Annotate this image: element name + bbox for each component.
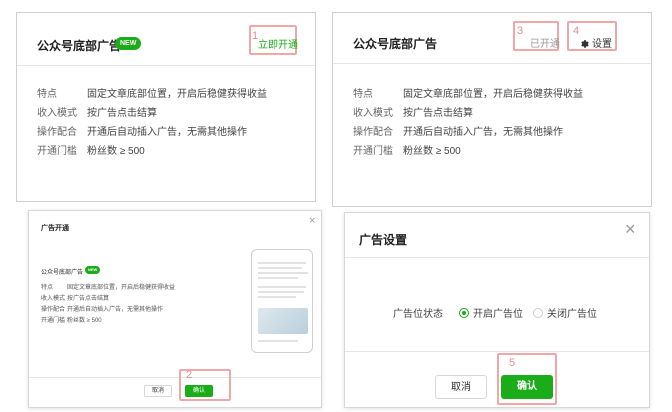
settings-button[interactable]: 设置 xyxy=(579,35,612,50)
settings-label: 设置 xyxy=(592,39,612,50)
close-icon[interactable]: × xyxy=(625,219,636,240)
confirm-button[interactable]: 确认 xyxy=(185,385,213,397)
phone-preview xyxy=(251,249,313,353)
card-title: 公众号底部广告 xyxy=(353,37,438,51)
cancel-button[interactable]: 取消 xyxy=(144,385,172,397)
radio-selected-icon xyxy=(459,307,469,318)
open-now-link[interactable]: 立即开通 xyxy=(258,36,298,51)
divider xyxy=(333,63,651,64)
ad-open-modal: 广告开通 × 公众号底部广告 NEW 特点 固定文章底部位置，开启后稳健获得收益 … xyxy=(28,210,322,408)
modal-title: 广告开通 xyxy=(41,225,69,232)
ad-image xyxy=(258,308,308,334)
close-icon[interactable]: × xyxy=(309,215,315,227)
opened-status: 已开通 xyxy=(530,39,560,50)
card-left: 公众号底部广告 NEW 1 立即开通 特点 固定文章底部位置，开启后稳健获得收益 … xyxy=(16,12,316,202)
modal-title: 广告设置 xyxy=(359,233,408,247)
info-row: 操作配合 开通后自动插入广告，无需其他操作 xyxy=(41,307,164,313)
info-row: 收入模式 按广告点击结算 xyxy=(41,296,110,302)
info-row: 开通门槛 粉丝数 ≥ 500 xyxy=(353,146,461,157)
info-row: 收入模式 按广告点击结算 xyxy=(37,108,157,119)
radio-close-ad[interactable]: 关闭广告位 xyxy=(533,305,597,320)
info-row: 收入模式 按广告点击结算 xyxy=(353,108,473,119)
info-row: 特点 固定文章底部位置，开启后稳健获得收益 xyxy=(41,285,176,291)
card-right: 公众号底部广告 3 已开通 4 设置 特点 固定文章底部位置，开启后稳健获得收益 … xyxy=(332,12,652,207)
divider xyxy=(17,65,315,66)
ad-settings-modal: 广告设置 × 广告位状态 开启广告位 关闭广告位 取消 5 确认 xyxy=(344,212,650,408)
divider xyxy=(345,351,649,352)
step-number-5: 5 xyxy=(509,357,516,369)
new-badge: NEW xyxy=(115,37,142,50)
status-field-label: 广告位状态 xyxy=(393,309,443,320)
info-row: 操作配合 开通后自动插入广告，无需其他操作 xyxy=(37,127,247,138)
gear-icon xyxy=(581,39,589,48)
info-row: 特点 固定文章底部位置，开启后稳健获得收益 xyxy=(37,89,267,100)
radio-unselected-icon xyxy=(533,307,543,318)
cancel-button[interactable]: 取消 xyxy=(435,375,487,399)
info-row: 开通门槛 粉丝数 ≥ 500 xyxy=(37,146,145,157)
new-badge: NEW xyxy=(85,266,101,274)
confirm-button[interactable]: 确认 xyxy=(501,375,553,399)
radio-open-ad[interactable]: 开启广告位 xyxy=(459,305,523,320)
divider xyxy=(29,377,321,378)
divider xyxy=(345,257,649,258)
step-number-3: 3 xyxy=(517,25,524,37)
info-row: 开通门槛 粉丝数 ≥ 500 xyxy=(41,318,102,324)
step-number-2: 2 xyxy=(186,369,193,381)
info-row: 特点 固定文章底部位置，开启后稳健获得收益 xyxy=(353,89,583,100)
info-row: 操作配合 开通后自动插入广告，无需其他操作 xyxy=(353,127,563,138)
modal-card-title: 公众号底部广告 xyxy=(41,270,84,276)
card-title: 公众号底部广告 xyxy=(37,39,122,53)
